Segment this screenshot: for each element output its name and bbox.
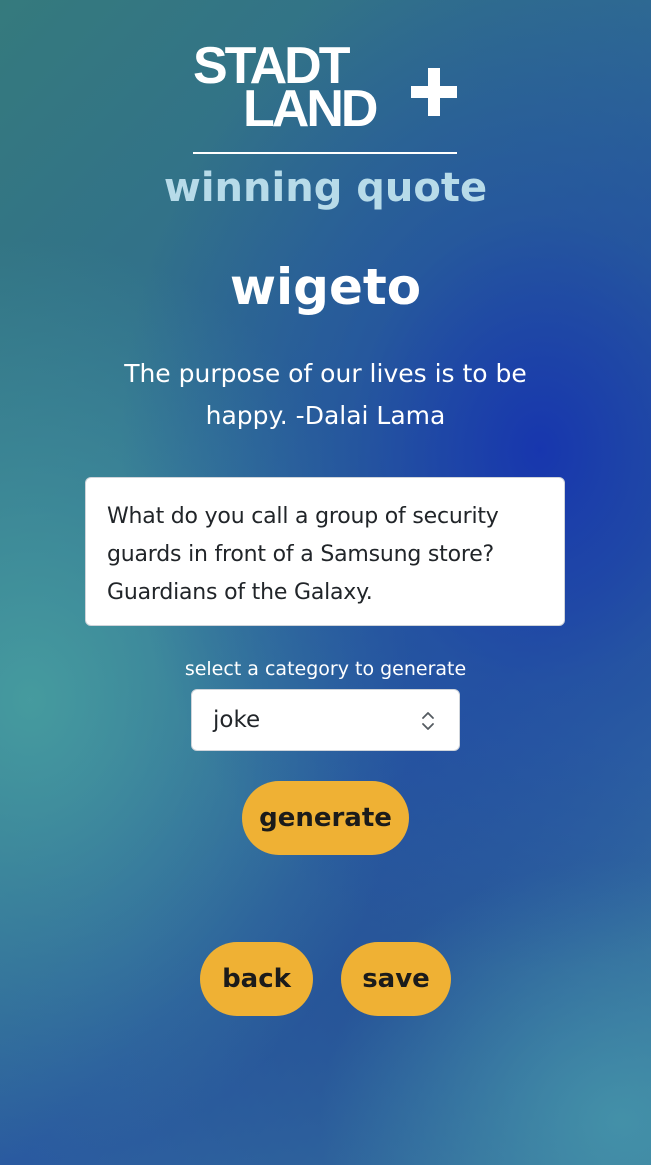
category-select[interactable]: joke [191, 689, 460, 751]
stadt-land-plus-logo: STADT LAND [193, 40, 459, 156]
save-button[interactable]: save [341, 942, 451, 1016]
logo-divider [193, 152, 457, 154]
page: STADT LAND winning quote wigeto The purp… [0, 0, 651, 1165]
winning-quote-text: The purpose of our lives is to be happy.… [124, 359, 527, 430]
back-button[interactable]: back [200, 942, 313, 1016]
plus-icon [411, 68, 459, 116]
category-select-label: select a category to generate [184, 658, 467, 680]
generated-text-field[interactable]: What do you call a group of security gua… [85, 477, 565, 626]
winner-username: wigeto [229, 258, 422, 316]
chevron-up-down-icon [421, 710, 435, 732]
generate-button[interactable]: generate [242, 781, 409, 855]
page-subtitle: winning quote [163, 165, 488, 211]
category-select-value: joke [213, 707, 261, 733]
